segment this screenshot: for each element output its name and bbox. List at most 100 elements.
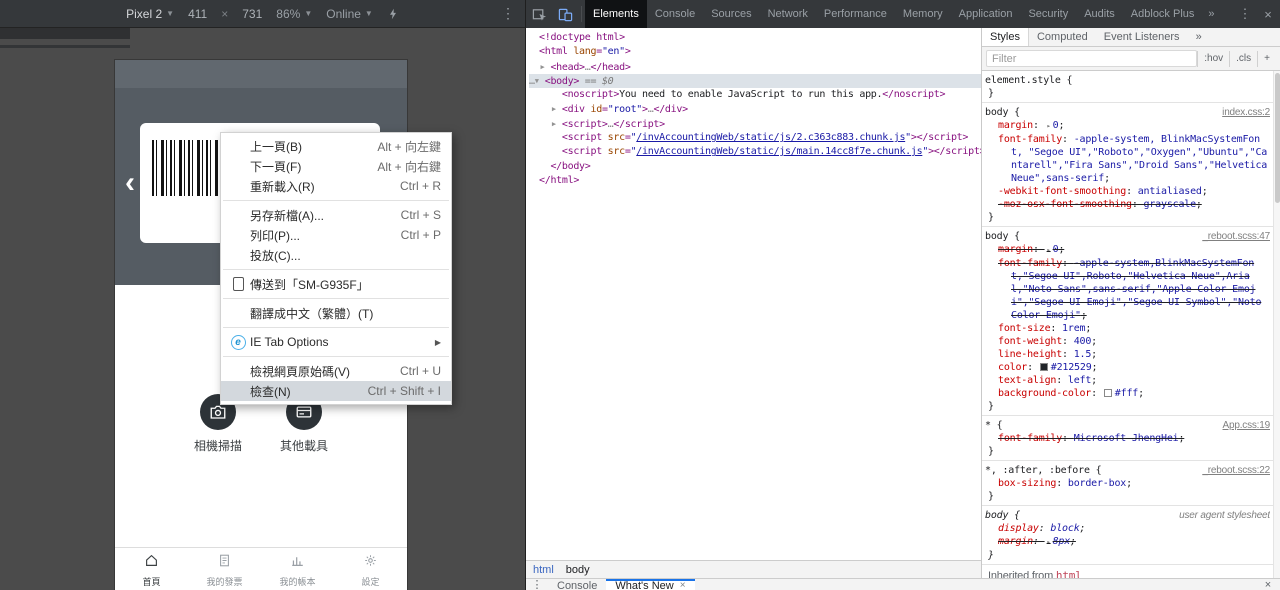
carousel-back-chevron[interactable]: ‹	[125, 168, 135, 198]
context-menu-item[interactable]: e IE Tab Options ▶	[221, 332, 451, 352]
dom-node[interactable]: <!doctype html>	[529, 31, 981, 45]
dom-node[interactable]: <script src="/invAccountingWeb/static/js…	[529, 131, 981, 145]
css-property[interactable]: font-family: -apple-system, BlinkMacSyst…	[985, 133, 1270, 185]
devtools-tab-security[interactable]: Security	[1020, 0, 1076, 28]
network-throttling-select[interactable]: Online ▼	[326, 7, 373, 21]
drawer-kebab-icon[interactable]: ⋮	[526, 579, 548, 590]
devtools-tab-performance[interactable]: Performance	[816, 0, 895, 28]
css-rule[interactable]: index.css:2 body {margin: ▸ 0; font-family:…	[982, 103, 1273, 227]
dom-node[interactable]: <html lang="en">	[529, 45, 981, 59]
css-property[interactable]: text-align: left;	[985, 374, 1270, 387]
css-rule[interactable]: _reboot.scss:22 *, :after, :before {box-s…	[982, 461, 1273, 506]
more-tabs-chevron[interactable]: »	[1202, 8, 1220, 20]
tree-expand-arrow-icon[interactable]: ▶	[552, 117, 562, 131]
context-menu-item[interactable]: 傳送到「SM-G935F」	[221, 274, 451, 294]
device-width-input[interactable]: 411	[188, 7, 207, 21]
device-select[interactable]: Pixel 2 ▼	[126, 7, 174, 21]
css-property[interactable]: font-family: -apple-system,BlinkMacSyste…	[985, 257, 1270, 322]
css-property[interactable]: background-color: #fff;	[985, 387, 1270, 400]
styles-scrollbar[interactable]	[1273, 71, 1280, 578]
nav-item-[interactable]: 我的發票	[188, 548, 261, 590]
css-property[interactable]: line-height: 1.5;	[985, 348, 1270, 361]
css-rule[interactable]: _reboot.scss:47 body {margin: ▸ 0; font-fam…	[982, 227, 1273, 416]
drawer-tab-console[interactable]: Console	[548, 579, 606, 590]
inspect-element-icon[interactable]	[526, 0, 552, 28]
devtools-tab-application[interactable]: Application	[951, 0, 1021, 28]
dom-node[interactable]: </html>	[529, 174, 981, 188]
sidebar-tab-event-listeners[interactable]: Event Listeners	[1096, 28, 1188, 46]
sidebar-tab-styles[interactable]: Styles	[982, 28, 1029, 46]
dom-node[interactable]: ▶ <script>…</script>	[529, 117, 981, 131]
context-menu-item[interactable]: 檢查(N) Ctrl + Shift + I	[221, 381, 451, 401]
context-menu-item[interactable]: 上一頁(B) Alt + 向左鍵	[221, 136, 451, 156]
css-source-link[interactable]: App.css:19	[1223, 419, 1270, 432]
devtools-tab-network[interactable]: Network	[760, 0, 816, 28]
dom-node[interactable]: …▼ <body> == $0	[529, 73, 981, 89]
css-property[interactable]: display: block;	[985, 522, 1270, 535]
css-property[interactable]: margin: ▸ 0;	[985, 243, 1270, 257]
context-menu-item[interactable]: 翻譯成中文（繁體）(T)	[221, 303, 451, 323]
context-menu-item[interactable]: 投放(C)...	[221, 245, 451, 265]
css-rule[interactable]: user agent stylesheet body {display: bloc…	[982, 506, 1273, 565]
device-height-input[interactable]: 731	[242, 7, 262, 21]
css-rule[interactable]: element.style {}	[982, 71, 1273, 103]
css-selector: body {	[985, 510, 1020, 521]
css-rule[interactable]: App.css:19 * {font-family: Microsoft Jhen…	[982, 416, 1273, 461]
devtools-tab-sources[interactable]: Sources	[703, 0, 759, 28]
nav-item-[interactable]: 設定	[334, 548, 407, 590]
css-property[interactable]: -moz-osx-font-smoothing: grayscale;	[985, 198, 1270, 211]
drawer-tab-what-s-new[interactable]: What's New ×	[606, 579, 695, 590]
css-property[interactable]: -webkit-font-smoothing: antialiased;	[985, 185, 1270, 198]
css-property[interactable]: margin: ▸ 8px;	[985, 535, 1270, 549]
tab-close-icon[interactable]: ×	[680, 579, 686, 590]
styles-filter-input[interactable]: Filter	[986, 50, 1198, 67]
sidebar-tab-computed[interactable]: Computed	[1029, 28, 1096, 46]
css-source-link[interactable]: _reboot.scss:47	[1202, 230, 1270, 243]
dom-node[interactable]: <script src="/invAccountingWeb/static/js…	[529, 145, 981, 159]
context-menu-item[interactable]: 另存新檔(A)... Ctrl + S	[221, 205, 451, 225]
css-property[interactable]: font-size: 1rem;	[985, 322, 1270, 335]
dom-node[interactable]: ▶ <div id="root">…</div>	[529, 102, 981, 116]
breadcrumb-item-body[interactable]: body	[566, 564, 590, 576]
css-source-link[interactable]: user agent stylesheet	[1179, 509, 1270, 522]
dom-node[interactable]: ▶ <head>…</head>	[529, 60, 981, 74]
nav-item-[interactable]: 我的帳本	[261, 548, 334, 590]
element-classes-button[interactable]: .cls	[1229, 50, 1257, 67]
context-menu-item[interactable]: 列印(P)... Ctrl + P	[221, 225, 451, 245]
devtools-tab-elements[interactable]: Elements	[585, 0, 647, 28]
dom-tree: <!doctype html> <html lang="en"> ▶ <head>……	[526, 28, 981, 560]
css-property[interactable]: color: #212529;	[985, 361, 1270, 374]
css-property[interactable]: box-sizing: border-box;	[985, 477, 1270, 490]
tree-expand-arrow-icon[interactable]: ▶	[552, 102, 562, 116]
dom-node[interactable]: <noscript>You need to enable JavaScript …	[529, 88, 981, 102]
toggle-device-toolbar-icon[interactable]	[552, 0, 578, 28]
context-menu-item[interactable]: 下一頁(F) Alt + 向右鍵	[221, 156, 451, 176]
tree-expand-arrow-icon[interactable]: ▼	[535, 74, 545, 88]
devtools-tab-adblock-plus[interactable]: Adblock Plus	[1123, 0, 1203, 28]
css-source-link[interactable]: index.css:2	[1222, 106, 1270, 119]
inherited-node-link[interactable]: html	[1056, 569, 1082, 578]
breadcrumb-item-html[interactable]: html	[533, 564, 554, 576]
sidebar-more-tabs-chevron[interactable]: »	[1192, 28, 1206, 46]
devtools-kebab-icon[interactable]: ⋮	[1234, 6, 1256, 22]
drawer-close-icon[interactable]: ×	[1256, 579, 1280, 590]
new-style-rule-button[interactable]: +	[1257, 50, 1276, 67]
menu-item-label: 檢視網頁原始碼(V)	[250, 364, 350, 379]
css-property[interactable]: font-weight: 400;	[985, 335, 1270, 348]
dom-node[interactable]: </body>	[529, 160, 981, 174]
context-menu-item[interactable]: 重新載入(R) Ctrl + R	[221, 176, 451, 196]
nav-item-[interactable]: 首頁	[115, 548, 188, 590]
css-source-link[interactable]: _reboot.scss:22	[1202, 464, 1270, 477]
context-menu-item[interactable]: 檢視網頁原始碼(V) Ctrl + U	[221, 361, 451, 381]
css-property[interactable]: font-family: Microsoft JhengHei;	[985, 432, 1270, 445]
devtools-tab-memory[interactable]: Memory	[895, 0, 951, 28]
device-toolbar-kebab-icon[interactable]: ⋮	[501, 5, 515, 22]
devtools-tab-audits[interactable]: Audits	[1076, 0, 1123, 28]
css-property[interactable]: margin: ▸ 0;	[985, 119, 1270, 133]
scrollbar-thumb[interactable]	[1275, 73, 1280, 203]
devtools-close-icon[interactable]: ×	[1256, 7, 1280, 22]
toggle-element-state-button[interactable]: :hov	[1197, 50, 1229, 67]
zoom-select[interactable]: 86% ▼	[276, 7, 312, 21]
devtools-tab-console[interactable]: Console	[647, 0, 703, 28]
tree-expand-arrow-icon[interactable]: ▶	[540, 60, 550, 74]
